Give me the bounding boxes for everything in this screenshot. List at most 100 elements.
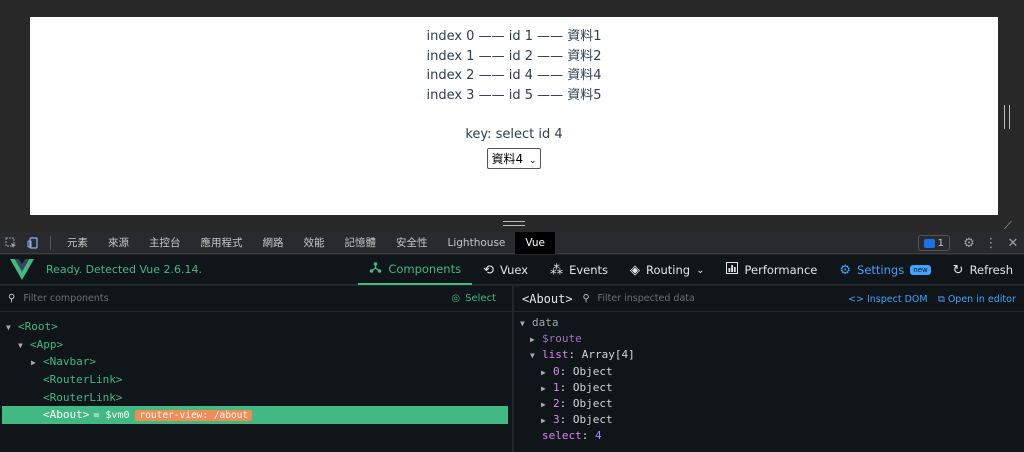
tab-elements[interactable]: 元素 [57, 232, 98, 254]
devtools-tabbar: 元素 來源 主控台 應用程式 網路 效能 記憶體 安全性 Lighthouse … [0, 231, 1024, 254]
inspected-component-name: <About> [522, 291, 573, 306]
tree-node-routerlink[interactable]: <RouterLink> [0, 371, 512, 389]
message-count: 1 [937, 237, 944, 249]
tab-performance-label: Performance [744, 263, 818, 277]
tab-application[interactable]: 應用程式 [191, 232, 253, 254]
components-filter-bar: ⚲ Filter components ◎ Select [0, 286, 512, 312]
state-row-route[interactable]: ▶ $route [514, 331, 1024, 347]
list-item: index 2 —— id 4 —— 資料4 [426, 68, 602, 83]
vue-nav: Components ⟲ Vuex ⁂ Events ◈ Routing ⌄ P… [358, 255, 1024, 285]
state-row-list-item[interactable]: ▶ 0: Object [514, 364, 1024, 380]
chevron-down-icon: ⌄ [528, 156, 537, 166]
devtools-right-actions: 1 ⚙ ⋮ ✕ [917, 232, 1024, 254]
code-icon: <> [848, 294, 864, 305]
router-view-badge: router-view: /about [135, 410, 253, 422]
tab-vue[interactable]: Vue [515, 231, 555, 254]
refresh-icon: ↻ [952, 262, 964, 278]
tab-routing[interactable]: ◈ Routing ⌄ [619, 255, 715, 285]
inspect-dom-label: Inspect DOM [866, 294, 928, 305]
tab-vuex[interactable]: ⟲ Vuex [472, 255, 539, 285]
open-in-editor-label: Open in editor [947, 294, 1016, 305]
state-tree: ▼ data ▶ $route ▼ list: Array[4] ▶ 0: Object… [514, 312, 1024, 445]
side-resize-handle[interactable] [1004, 105, 1010, 129]
tab-components-label: Components [388, 262, 462, 276]
page-content: index 0 —— id 1 —— 資料1 index 1 —— id 2 —… [30, 17, 998, 215]
state-section-data[interactable]: ▼ data [514, 315, 1024, 331]
refresh-button[interactable]: ↻ Refresh [942, 255, 1024, 285]
tab-routing-label: Routing [646, 263, 691, 277]
resize-grip-icon[interactable]: ⟋ [1004, 219, 1016, 232]
tree-node-routerlink[interactable]: <RouterLink> [0, 389, 512, 407]
gear-icon[interactable]: ⚙ [958, 236, 980, 251]
tab-performance[interactable]: 效能 [294, 232, 335, 254]
messages-badge[interactable]: 1 [917, 235, 950, 251]
events-icon: ⁂ [550, 262, 564, 278]
bar-chart-icon [726, 262, 739, 278]
list-item: index 3 —— id 5 —— 資料5 [426, 87, 602, 103]
tab-memory[interactable]: 記憶體 [335, 232, 387, 254]
search-icon: ⚲ [582, 293, 590, 304]
tab-components[interactable]: Components [358, 255, 473, 285]
state-row-list[interactable]: ▼ list: Array[4] [514, 347, 1024, 363]
state-row-list-item[interactable]: ▶ 1: Object [514, 380, 1024, 396]
tree-node-about[interactable]: <About> = $vm0 router-view: /about [2, 406, 508, 425]
select-component-button[interactable]: ◎ Select [451, 293, 496, 304]
more-vertical-icon[interactable]: ⋮ [980, 236, 1002, 251]
refresh-label: Refresh [969, 263, 1013, 277]
state-row-list-item[interactable]: ▶ 2: Object [514, 396, 1024, 412]
tree-node-navbar[interactable]: ▶ <Navbar> [0, 353, 512, 371]
tab-events[interactable]: ⁂ Events [539, 255, 619, 285]
close-icon[interactable]: ✕ [1002, 236, 1024, 251]
tree-node-app[interactable]: ▼ <App> [0, 336, 512, 354]
target-icon: ◎ [451, 293, 461, 304]
device-toolbar-icon[interactable] [22, 232, 44, 254]
chevron-down-icon: ⌄ [696, 264, 705, 276]
open-in-editor-button[interactable]: ⧉ Open in editor [938, 294, 1016, 305]
tree-node-root[interactable]: ▼ <Root> [0, 318, 512, 336]
settings-icon: ⚙ [839, 262, 852, 278]
components-filter-input[interactable]: Filter components [23, 293, 108, 304]
vue-toolbar: Ready. Detected Vue 2.6.14. Components ⟲… [0, 255, 1024, 285]
state-row-list-item[interactable]: ▶ 3: Object [514, 412, 1024, 428]
item-select-value: 資料4 [491, 152, 524, 166]
divider [50, 235, 51, 250]
vue-logo-icon [10, 258, 34, 280]
inspector-panel: <About> ⚲ Filter inspected data <> Inspe… [514, 286, 1024, 452]
tab-settings[interactable]: ⚙ Settings new [828, 255, 941, 285]
expand-arrow-icon[interactable]: ▼ [530, 348, 542, 364]
tab-network[interactable]: 網路 [253, 232, 294, 254]
item-select[interactable]: 資料4 ⌄ [487, 148, 541, 169]
expand-arrow-icon[interactable]: ▼ [18, 337, 30, 355]
inspector-filter-input[interactable]: Filter inspected data [598, 293, 695, 304]
collapse-arrow-icon[interactable]: ▶ [541, 413, 553, 429]
browser-viewport: index 0 —— id 1 —— 資料1 index 1 —— id 2 —… [0, 0, 1024, 232]
list-item: index 0 —— id 1 —— 資料1 [426, 29, 602, 44]
external-link-icon: ⧉ [938, 294, 945, 305]
expand-arrow-icon[interactable]: ▼ [6, 319, 18, 337]
new-badge: new [910, 265, 931, 275]
routing-icon: ◈ [630, 262, 640, 278]
data-list: index 0 —— id 1 —— 資料1 index 1 —— id 2 —… [30, 27, 998, 105]
select-label: Select [465, 293, 496, 304]
search-icon: ⚲ [8, 293, 16, 304]
collapse-arrow-icon[interactable]: ▶ [541, 381, 553, 397]
collapse-arrow-icon[interactable]: ▶ [530, 332, 542, 348]
collapse-arrow-icon[interactable]: ▶ [541, 365, 553, 381]
collapse-arrow-icon[interactable]: ▶ [31, 354, 43, 372]
devtools-resize-handle[interactable] [503, 221, 525, 226]
inspect-element-icon[interactable] [0, 232, 22, 254]
tab-events-label: Events [569, 263, 608, 277]
message-icon [923, 238, 935, 248]
vm-ref: = $vm0 [93, 410, 130, 422]
tab-sources[interactable]: 來源 [98, 232, 139, 254]
tab-security[interactable]: 安全性 [386, 232, 438, 254]
state-row-select[interactable]: select: 4 [514, 428, 1024, 444]
list-item: index 1 —— id 2 —— 資料2 [426, 48, 602, 64]
expand-arrow-icon[interactable]: ▼ [520, 316, 532, 332]
tab-lighthouse[interactable]: Lighthouse [438, 232, 516, 254]
tab-performance-vue[interactable]: Performance [715, 255, 828, 285]
inspect-dom-button[interactable]: <> Inspect DOM [848, 294, 928, 305]
tab-console[interactable]: 主控台 [139, 232, 191, 254]
collapse-arrow-icon[interactable]: ▶ [541, 397, 553, 413]
components-panel: ⚲ Filter components ◎ Select ▼ <Root> ▼ <A… [0, 286, 513, 452]
